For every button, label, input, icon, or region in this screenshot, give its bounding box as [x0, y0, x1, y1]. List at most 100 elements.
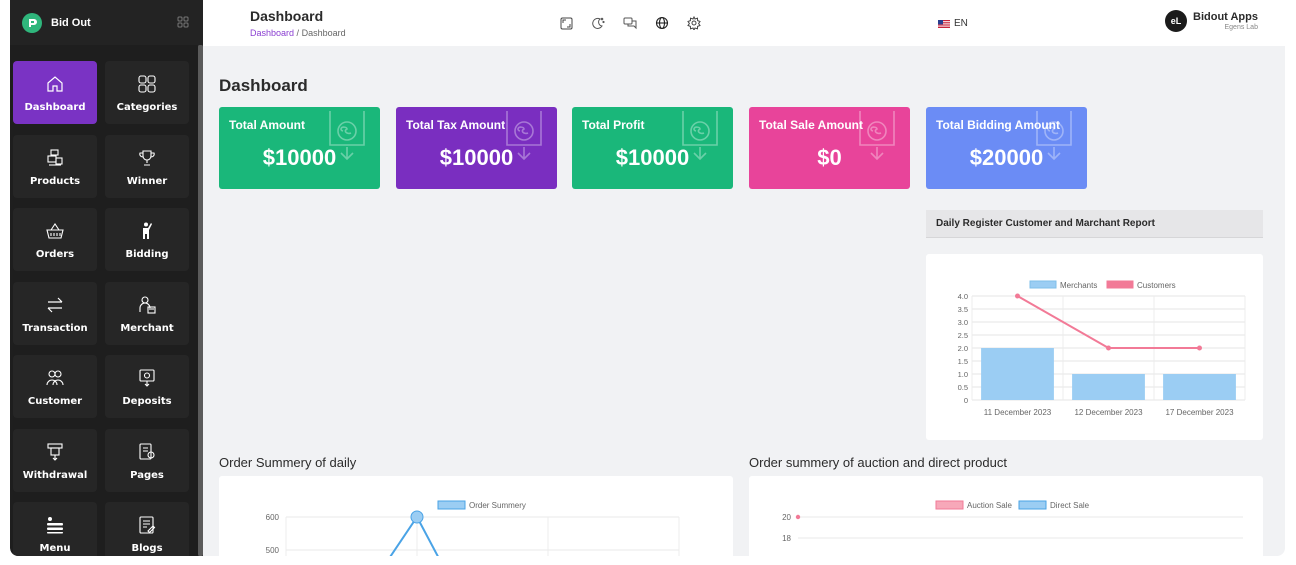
arrows-exchange-icon [45, 293, 65, 317]
brand-name: Bid Out [51, 16, 91, 29]
profile-org: Egens Lab [1224, 24, 1258, 31]
point-customers-0[interactable] [1015, 293, 1020, 299]
grid-icon [137, 72, 157, 96]
point-order-summery-peak[interactable] [410, 510, 424, 524]
point-customers-2[interactable] [1197, 345, 1202, 351]
order-auction-panel: Auction Sale Direct Sale 20 18 [749, 476, 1263, 556]
sidebar-toggle-grid-icon[interactable] [177, 15, 189, 33]
home-icon [45, 72, 65, 96]
sidebar-item-pages[interactable]: Pages [105, 428, 189, 492]
chart-legend: Auction Sale Direct Sale [935, 500, 1090, 510]
legend-swatch[interactable] [437, 500, 466, 510]
brand-logo-icon [22, 12, 42, 33]
y-tick-label: 18 [782, 534, 791, 543]
stat-card-total-profit: Total Profit $10000 [572, 107, 733, 189]
legend-swatch[interactable] [1029, 280, 1057, 289]
stat-value: $20000 [969, 145, 1044, 170]
sidebar-item-customer[interactable]: Customer [13, 355, 97, 418]
y-tick-label: 2.0 [958, 344, 968, 353]
language-label: EN [954, 18, 968, 29]
withdraw-icon [45, 440, 65, 464]
sidebar-item-categories[interactable]: Categories [105, 61, 189, 124]
sidebar: Bid Out Dashboard Categories Products Winne… [10, 0, 203, 556]
y-tick-label: 1.5 [958, 357, 968, 366]
person-raise-hand-icon [137, 219, 157, 243]
menu-icon [45, 513, 65, 537]
brand[interactable]: Bid Out [10, 0, 203, 45]
register-report-panel: Merchants Customers 0 0.5 1.0 1.5 2.0 2.5 3.0 3.5… [926, 254, 1263, 440]
settings-icon[interactable] [686, 15, 702, 31]
legend-swatch[interactable] [1018, 500, 1047, 510]
user-profile[interactable]: eL Bidout Apps Egens Lab [1165, 10, 1258, 32]
stat-value: $10000 [439, 145, 514, 170]
sidebar-item-merchant[interactable]: Merchant [105, 281, 189, 345]
users-icon [45, 366, 65, 390]
sidebar-item-label: Withdrawal [22, 469, 88, 481]
point-customers-1[interactable] [1106, 345, 1111, 351]
y-tick-label: 600 [266, 513, 280, 522]
sidebar-item-products[interactable]: Products [13, 134, 97, 198]
y-tick-label: 1.0 [958, 370, 968, 379]
sidebar-item-label: Dashboard [24, 102, 86, 113]
stat-value: $0 [817, 145, 842, 170]
pages-icon [137, 440, 157, 464]
sidebar-item-label: Merchant [120, 322, 174, 334]
header-title: Dashboard [250, 8, 324, 24]
sidebar-item-label: Transaction [22, 322, 88, 334]
order-daily-chart: Order Summery 600 500 [266, 500, 680, 556]
stat-card-total-tax-amount: Total Tax Amount $10000 [396, 107, 557, 189]
bar-merchants-0[interactable] [981, 348, 1054, 400]
bar-merchants-1[interactable] [1072, 374, 1145, 400]
sidebar-item-menu[interactable]: Menu [13, 502, 97, 556]
sidebar-item-transaction[interactable]: Transaction [13, 281, 97, 345]
bar-merchants-2[interactable] [1163, 374, 1236, 400]
sidebar-item-deposits[interactable]: Deposits [105, 355, 189, 418]
sidebar-item-label: Menu [39, 543, 71, 554]
y-tick-label: 3.0 [958, 318, 968, 327]
language-selector[interactable]: EN [938, 18, 968, 29]
stat-card-total-bidding-amount: Total Bidding Amount $20000 [926, 107, 1087, 189]
y-tick-label: 0.5 [958, 383, 968, 392]
sidebar-item-label: Blogs [131, 543, 163, 554]
sidebar-item-label: Pages [130, 469, 164, 481]
sidebar-item-blogs[interactable]: Blogs [105, 502, 189, 556]
theme-icon[interactable] [590, 15, 606, 31]
x-tick-label: 12 December 2023 [1074, 408, 1143, 417]
legend-swatch[interactable] [935, 500, 964, 510]
stat-card-total-amount: Total Amount $10000 [219, 107, 380, 189]
fullscreen-icon[interactable] [558, 15, 574, 31]
legend-label: Merchants [1060, 281, 1097, 290]
breadcrumb-link-dashboard[interactable]: Dashboard [250, 28, 294, 38]
deposit-icon [137, 366, 157, 390]
globe-icon[interactable] [654, 15, 670, 31]
chat-icon[interactable] [622, 15, 638, 31]
profile-name: Bidout Apps [1193, 11, 1258, 23]
legend-swatch[interactable] [1106, 280, 1134, 289]
blog-icon [137, 513, 157, 537]
us-flag-icon [938, 19, 950, 28]
sidebar-item-label: Orders [35, 249, 75, 260]
merchant-icon [137, 293, 157, 317]
point-auction-sale[interactable] [795, 514, 801, 520]
order-daily-panel: Order Summery 600 500 [219, 476, 733, 556]
stat-value: $10000 [615, 145, 690, 170]
breadcrumb: Dashboard / Dashboard [250, 28, 346, 38]
sidebar-item-orders[interactable]: Orders [13, 208, 97, 271]
sidebar-item-withdrawal[interactable]: Withdrawal [13, 428, 97, 492]
register-report-chart: Merchants Customers 0 0.5 1.0 1.5 2.0 2.5 3.0 3.5… [958, 280, 1246, 417]
sidebar-item-label: Deposits [122, 396, 172, 407]
legend-label: Customers [1137, 281, 1176, 290]
sidebar-item-dashboard[interactable]: Dashboard [13, 61, 97, 124]
y-tick-label: 3.5 [958, 305, 968, 314]
sidebar-scrollbar-thumb[interactable] [198, 45, 203, 556]
sidebar-item-label: Customer [27, 396, 83, 407]
y-tick-label: 500 [266, 546, 280, 555]
breadcrumb-separator: / [296, 28, 300, 38]
sidebar-item-bidding[interactable]: Bidding [105, 208, 189, 271]
sidebar-item-winner[interactable]: Winner [105, 134, 189, 198]
register-report-title: Daily Register Customer and Marchant Rep… [926, 210, 1263, 238]
sidebar-item-label: Bidding [125, 249, 169, 260]
y-tick-label: 4.0 [958, 292, 968, 301]
top-header: Dashboard Dashboard / Dashboard EN eL Bi… [203, 0, 1285, 46]
stat-label: Total Tax Amount [406, 118, 506, 132]
